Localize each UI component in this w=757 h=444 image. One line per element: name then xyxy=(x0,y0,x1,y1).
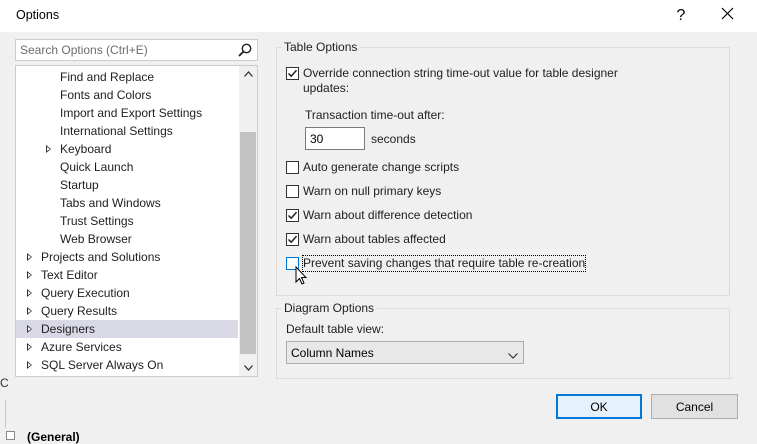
title-bar: Options ? xyxy=(0,0,757,32)
tree-item[interactable]: SQL Server Object Explorer xyxy=(16,374,238,377)
expand-arrow-icon[interactable] xyxy=(27,289,32,297)
option-checkbox-row[interactable]: Warn about difference detection xyxy=(286,208,472,226)
tree-item[interactable]: Keyboard xyxy=(16,140,238,158)
scroll-down-button[interactable] xyxy=(239,360,257,376)
cancel-button[interactable]: Cancel xyxy=(651,394,738,419)
option-checkbox[interactable] xyxy=(286,161,299,174)
tree-item[interactable]: Fonts and Colors xyxy=(16,86,238,104)
background-general-label: (General) xyxy=(27,430,80,444)
tree-item-label: Designers xyxy=(41,322,96,336)
tree-item-label: Startup xyxy=(60,178,99,192)
close-button[interactable] xyxy=(704,0,750,32)
override-timeout-label: Override connection string time-out valu… xyxy=(303,66,618,80)
expand-arrow-icon[interactable] xyxy=(27,253,32,261)
tree-item-label: Web Browser xyxy=(60,232,132,246)
tree-item-label: SQL Server Object Explorer xyxy=(41,376,189,377)
chevron-down-icon xyxy=(508,348,518,362)
table-options-title: Table Options xyxy=(281,40,361,54)
tree-item-label: Fonts and Colors xyxy=(60,88,152,102)
tree-item[interactable]: Query Execution xyxy=(16,284,238,302)
tree-scrollbar[interactable] xyxy=(239,66,257,376)
expand-arrow-icon[interactable] xyxy=(27,361,32,369)
tree-item-label: Projects and Solutions xyxy=(41,250,161,264)
chevron-down-icon xyxy=(243,365,253,371)
tree-item-label: International Settings xyxy=(60,124,173,138)
default-table-view-label: Default table view: xyxy=(286,322,385,336)
scroll-up-button[interactable] xyxy=(239,66,257,82)
ok-button[interactable]: OK xyxy=(556,394,642,419)
tree-item[interactable]: International Settings xyxy=(16,122,238,140)
override-timeout-row[interactable]: Override connection string time-out valu… xyxy=(286,66,618,95)
divider xyxy=(276,378,733,379)
option-checkbox-row[interactable]: Auto generate change scripts xyxy=(286,160,459,178)
window-title: Options xyxy=(16,8,60,22)
diagram-options-title: Diagram Options xyxy=(281,301,378,315)
option-checkbox-label: Prevent saving changes that require tabl… xyxy=(301,255,587,272)
option-checkbox-label: Warn about difference detection xyxy=(303,208,473,222)
search-box[interactable] xyxy=(15,39,258,61)
transaction-timeout-field[interactable] xyxy=(305,127,365,150)
option-checkbox-row[interactable]: Prevent saving changes that require tabl… xyxy=(286,255,587,274)
tree-item-label: Tabs and Windows xyxy=(60,196,161,210)
tree-item[interactable]: Startup xyxy=(16,176,238,194)
option-checkbox[interactable] xyxy=(286,209,299,222)
option-checkbox-label: Warn on null primary keys xyxy=(303,184,442,198)
expand-arrow-icon[interactable] xyxy=(46,145,51,153)
tree-item[interactable]: Import and Export Settings xyxy=(16,104,238,122)
option-checkbox[interactable] xyxy=(286,185,299,198)
tree-item-label: Query Results xyxy=(41,304,118,318)
option-checkbox[interactable] xyxy=(286,233,299,246)
search-input[interactable] xyxy=(16,40,231,60)
seconds-label: seconds xyxy=(371,132,416,146)
expand-arrow-icon[interactable] xyxy=(27,307,32,315)
expand-arrow-icon[interactable] xyxy=(27,325,32,333)
mouse-cursor-icon xyxy=(295,265,308,289)
tree-item-label: Find and Replace xyxy=(60,70,155,84)
tree-item[interactable]: Trust Settings xyxy=(16,212,238,230)
scroll-thumb[interactable] xyxy=(240,132,256,354)
tree-item[interactable]: Query Results xyxy=(16,302,238,320)
tree-item[interactable]: Projects and Solutions xyxy=(16,248,238,266)
tree-item-label: Azure Services xyxy=(41,340,122,354)
tree-item[interactable]: Find and Replace xyxy=(16,68,238,86)
options-tree[interactable]: Find and Replace Fonts and Colors Import a… xyxy=(15,65,258,377)
search-icon[interactable] xyxy=(237,42,253,58)
tree-item-label: Trust Settings xyxy=(60,214,134,228)
tree-item-label: Quick Launch xyxy=(60,160,134,174)
option-checkbox-label: Auto generate change scripts xyxy=(303,160,460,174)
tree-item[interactable]: Tabs and Windows xyxy=(16,194,238,212)
close-icon xyxy=(721,7,734,25)
default-table-view-select[interactable]: Column Names xyxy=(286,341,524,364)
tree-item-label: Text Editor xyxy=(41,268,98,282)
override-timeout-label-cont: updates: xyxy=(303,81,350,95)
background-fragment: C xyxy=(0,376,9,390)
option-checkbox-label: Warn about tables affected xyxy=(303,232,446,246)
tree-item[interactable]: Text Editor xyxy=(16,266,238,284)
help-icon: ? xyxy=(676,7,686,24)
expand-arrow-icon[interactable] xyxy=(27,343,32,351)
tree-item[interactable]: SQL Server Always On xyxy=(16,356,238,374)
tree-item[interactable]: Web Browser xyxy=(16,230,238,248)
transaction-timeout-label: Transaction time-out after: xyxy=(305,108,445,122)
tree-item[interactable]: Quick Launch xyxy=(16,158,238,176)
tree-item-label: Import and Export Settings xyxy=(60,106,203,120)
tree-item-label: Query Execution xyxy=(41,286,130,300)
tree-item-label: SQL Server Always On xyxy=(41,358,164,372)
chevron-up-icon xyxy=(243,71,253,77)
tree-item[interactable]: Azure Services xyxy=(16,338,238,356)
tree-item-label: Keyboard xyxy=(60,142,112,156)
option-checkbox-row[interactable]: Warn on null primary keys xyxy=(286,184,441,202)
default-table-view-value: Column Names xyxy=(291,346,374,360)
collapse-icon xyxy=(6,431,15,440)
transaction-timeout-input[interactable] xyxy=(306,128,362,149)
option-checkbox-row[interactable]: Warn about tables affected xyxy=(286,232,446,250)
background-frame xyxy=(0,400,6,428)
expand-arrow-icon[interactable] xyxy=(27,271,32,279)
help-button[interactable]: ? xyxy=(658,0,704,32)
override-timeout-checkbox[interactable] xyxy=(286,67,299,80)
tree-item[interactable]: Designers xyxy=(16,320,238,338)
